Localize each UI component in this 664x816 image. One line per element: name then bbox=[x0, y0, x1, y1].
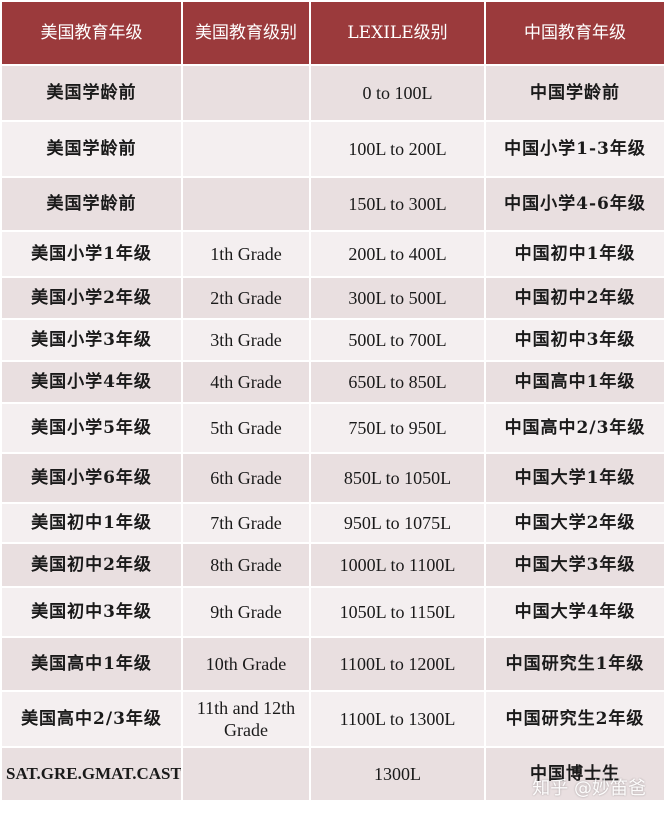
cell-us-grade: 美国初中1年级 bbox=[0, 502, 183, 544]
table-row: 美国小学3年级 3th Grade 500L to 700L 中国初中3年级 bbox=[0, 318, 664, 362]
cell-lexile-level: 200L to 400L bbox=[309, 230, 486, 278]
cell-us-grade: 美国小学2年级 bbox=[0, 276, 183, 320]
cell-cn-grade: 中国学龄前 bbox=[484, 64, 664, 122]
cell-us-level: 7th Grade bbox=[181, 502, 311, 544]
cell-us-level: 1th Grade bbox=[181, 230, 311, 278]
cell-cn-grade: 中国高中2/3年级 bbox=[484, 402, 664, 454]
cell-cn-grade: 中国初中3年级 bbox=[484, 318, 664, 362]
cell-cn-grade: 中国初中1年级 bbox=[484, 230, 664, 278]
cell-us-level: 10th Grade bbox=[181, 636, 311, 692]
cell-us-grade: 美国学龄前 bbox=[0, 120, 183, 178]
cell-us-grade: 美国小学5年级 bbox=[0, 402, 183, 454]
cell-cn-grade: 中国研究生2年级 bbox=[484, 690, 664, 748]
cell-lexile-level: 1000L to 1100L bbox=[309, 542, 486, 588]
lexile-comparison-table: 美国教育年级 美国教育级别 LEXILE级别 中国教育年级 美国学龄前 0 to … bbox=[0, 0, 664, 802]
cell-us-grade: 美国学龄前 bbox=[0, 64, 183, 122]
header-us-level: 美国教育级别 bbox=[181, 0, 311, 66]
cell-cn-grade: 中国研究生1年级 bbox=[484, 636, 664, 692]
cell-us-level bbox=[181, 120, 311, 178]
table-row: 美国小学4年级 4th Grade 650L to 850L 中国高中1年级 bbox=[0, 360, 664, 404]
table-body: 美国学龄前 0 to 100L 中国学龄前 美国学龄前 100L to 200L 中国小学… bbox=[0, 64, 664, 802]
cell-us-level: 5th Grade bbox=[181, 402, 311, 454]
cell-us-level: 2th Grade bbox=[181, 276, 311, 320]
table-row: 美国初中1年级 7th Grade 950L to 1075L 中国大学2年级 bbox=[0, 502, 664, 544]
cell-lexile-level: 500L to 700L bbox=[309, 318, 486, 362]
cell-cn-grade: 中国大学1年级 bbox=[484, 452, 664, 504]
cell-us-grade: 美国小学4年级 bbox=[0, 360, 183, 404]
cell-lexile-level: 0 to 100L bbox=[309, 64, 486, 122]
table-row: 美国小学1年级 1th Grade 200L to 400L 中国初中1年级 bbox=[0, 230, 664, 278]
cell-lexile-level: 300L to 500L bbox=[309, 276, 486, 320]
cell-cn-grade: 中国大学3年级 bbox=[484, 542, 664, 588]
table-row: 美国高中2/3年级 11th and 12th Grade 1100L to 130… bbox=[0, 690, 664, 748]
cell-cn-grade: 中国小学4-6年级 bbox=[484, 176, 664, 232]
cell-us-grade: 美国小学3年级 bbox=[0, 318, 183, 362]
cell-cn-grade: 中国博士生 bbox=[484, 746, 664, 802]
cell-us-grade: 美国小学6年级 bbox=[0, 452, 183, 504]
cell-cn-grade: 中国大学4年级 bbox=[484, 586, 664, 638]
cell-lexile-level: 1300L bbox=[309, 746, 486, 802]
cell-lexile-level: 950L to 1075L bbox=[309, 502, 486, 544]
table-row: 美国初中3年级 9th Grade 1050L to 1150L 中国大学4年级 bbox=[0, 586, 664, 638]
cell-us-level bbox=[181, 64, 311, 122]
cell-lexile-level: 1050L to 1150L bbox=[309, 586, 486, 638]
header-us-grade: 美国教育年级 bbox=[0, 0, 183, 66]
cell-us-level: 11th and 12th Grade bbox=[181, 690, 311, 748]
table-row: 美国学龄前 0 to 100L 中国学龄前 bbox=[0, 64, 664, 122]
table-row: 美国高中1年级 10th Grade 1100L to 1200L 中国研究生1年级 bbox=[0, 636, 664, 692]
cell-us-grade: 美国高中2/3年级 bbox=[0, 690, 183, 748]
cell-lexile-level: 650L to 850L bbox=[309, 360, 486, 404]
cell-us-level: 9th Grade bbox=[181, 586, 311, 638]
cell-lexile-level: 750L to 950L bbox=[309, 402, 486, 454]
header-cn-grade: 中国教育年级 bbox=[484, 0, 664, 66]
cell-us-grade: SAT.GRE.GMAT.CAST bbox=[0, 746, 183, 802]
table-row: 美国学龄前 100L to 200L 中国小学1-3年级 bbox=[0, 120, 664, 178]
table-row: 美国初中2年级 8th Grade 1000L to 1100L 中国大学3年级 bbox=[0, 542, 664, 588]
table-header-row: 美国教育年级 美国教育级别 LEXILE级别 中国教育年级 bbox=[0, 0, 664, 66]
cell-us-grade: 美国高中1年级 bbox=[0, 636, 183, 692]
cell-us-level: 3th Grade bbox=[181, 318, 311, 362]
cell-us-grade: 美国初中2年级 bbox=[0, 542, 183, 588]
cell-us-grade: 美国初中3年级 bbox=[0, 586, 183, 638]
cell-lexile-level: 1100L to 1300L bbox=[309, 690, 486, 748]
header-lexile-level: LEXILE级别 bbox=[309, 0, 486, 66]
cell-us-level: 4th Grade bbox=[181, 360, 311, 404]
cell-lexile-level: 100L to 200L bbox=[309, 120, 486, 178]
cell-cn-grade: 中国高中1年级 bbox=[484, 360, 664, 404]
cell-cn-grade: 中国小学1-3年级 bbox=[484, 120, 664, 178]
cell-us-grade: 美国学龄前 bbox=[0, 176, 183, 232]
cell-lexile-level: 150L to 300L bbox=[309, 176, 486, 232]
cell-us-grade: 美国小学1年级 bbox=[0, 230, 183, 278]
cell-us-level bbox=[181, 176, 311, 232]
cell-us-level: 6th Grade bbox=[181, 452, 311, 504]
cell-us-level: 8th Grade bbox=[181, 542, 311, 588]
cell-lexile-level: 850L to 1050L bbox=[309, 452, 486, 504]
table-row: SAT.GRE.GMAT.CAST 1300L 中国博士生 bbox=[0, 746, 664, 802]
table-row: 美国小学5年级 5th Grade 750L to 950L 中国高中2/3年级 bbox=[0, 402, 664, 454]
table-row: 美国小学6年级 6th Grade 850L to 1050L 中国大学1年级 bbox=[0, 452, 664, 504]
cell-lexile-level: 1100L to 1200L bbox=[309, 636, 486, 692]
cell-cn-grade: 中国初中2年级 bbox=[484, 276, 664, 320]
table-row: 美国小学2年级 2th Grade 300L to 500L 中国初中2年级 bbox=[0, 276, 664, 320]
cell-us-level bbox=[181, 746, 311, 802]
cell-cn-grade: 中国大学2年级 bbox=[484, 502, 664, 544]
table-row: 美国学龄前 150L to 300L 中国小学4-6年级 bbox=[0, 176, 664, 232]
